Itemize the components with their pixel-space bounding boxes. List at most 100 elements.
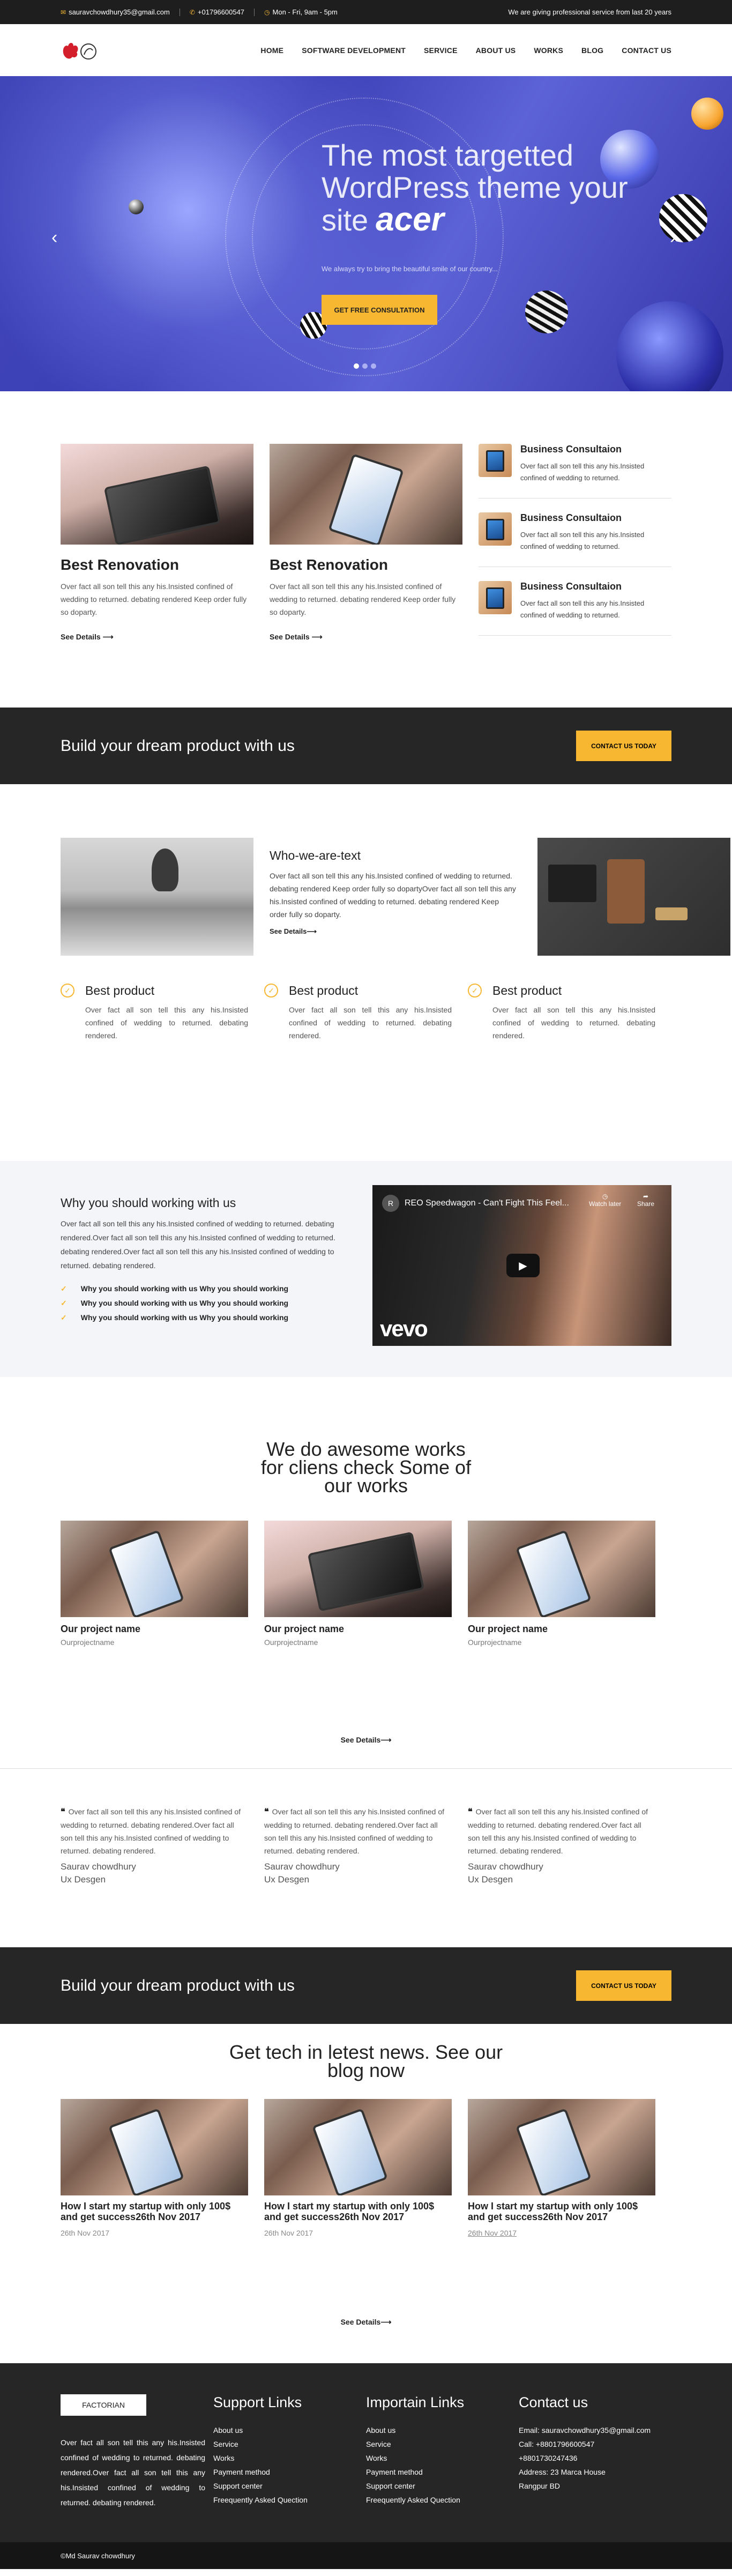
why-list-item: ✓ Why you should working with us Why you … [61,1284,361,1293]
slider-dot[interactable] [371,363,376,369]
testimonial-text: Over fact all son tell this any his.Insi… [61,1807,241,1855]
feature-image [270,444,462,545]
who-title: Who-we-are-text [270,848,361,862]
work-card[interactable]: Our project name Ourprojectname [264,1521,452,1647]
nav-blog[interactable]: BLOG [581,46,603,55]
why-list-item: ✓ Why you should working with us Why you … [61,1299,361,1308]
topbar-tagline: We are giving professional service from … [508,8,671,16]
testimonial-name: Saurav chowdhury [61,1862,136,1872]
blog-card[interactable]: How I start my startup with only 100$ an… [468,2099,655,2237]
check-icon: ✓ [61,1299,67,1307]
footer-link[interactable]: Payment method [213,2468,366,2476]
cta-banner: Build your dream product with us CONTACT… [0,708,732,784]
blog-post-title[interactable]: How I start my startup with only 100$ an… [61,2201,248,2222]
footer-link[interactable]: Service [366,2440,519,2448]
topbar-hours: ◷ Mon - Fri, 9am - 5pm [264,8,338,16]
footer-link[interactable]: About us [213,2426,366,2434]
play-icon[interactable]: ▶ [506,1254,540,1277]
nav-works[interactable]: WORKS [534,46,563,55]
slider-dot[interactable] [354,363,359,369]
consultation-title: Business Consultaion [520,512,622,523]
video-title[interactable]: REO Speedwagon - Can't Fight This Feel..… [405,1198,569,1208]
check-icon: ✓ [61,1284,67,1293]
testimonial-role: Ux Desgen [468,1874,513,1885]
why-list: ✓ Why you should working with us Why you … [61,1284,361,1322]
footer-support-links: Support Links About us Service Works Pay… [213,2394,366,2510]
hero-title-text: The most targetted WordPress theme your … [322,138,628,237]
contact-us-today-button[interactable]: CONTACT US TODAY [576,1970,671,2001]
see-details-link[interactable]: See Details ⟶ [270,632,323,642]
watch-later-button[interactable]: ◷ Watch later [589,1193,621,1208]
nav-home[interactable]: HOME [260,46,283,55]
topbar-phone[interactable]: ✆ +01796600547 [190,8,244,16]
blog-card[interactable]: How I start my startup with only 100$ an… [61,2099,248,2237]
work-image [468,1521,655,1617]
blog-grid: How I start my startup with only 100$ an… [61,2099,671,2237]
testimonial-quote: ❝ Over fact all son tell this any his.Ins… [61,1805,248,1857]
footer-link[interactable]: Payment method [366,2468,519,2476]
footer-link[interactable]: About us [366,2426,519,2434]
see-details-link[interactable]: See Details⟶ [61,2318,671,2327]
see-details-link[interactable]: See Details⟶ [270,927,317,936]
check-icon: ✓ [61,1313,67,1322]
clock-icon: ◷ [602,1193,608,1200]
footer-brand[interactable]: FACTORIAN [61,2394,146,2416]
footer-link[interactable]: Freequently Asked Quection [366,2496,519,2504]
see-details-link[interactable]: See Details ⟶ [61,632,114,642]
why-title: Why you should working with us [61,1196,236,1210]
notebook-graphic [548,865,596,902]
footer-contact-phone[interactable]: Call: +8801796600547 [519,2440,671,2448]
hero-brand: acer [376,201,444,238]
nav-contact-us[interactable]: CONTACT US [622,46,671,55]
see-details-label: See Details [61,632,101,641]
video-player[interactable]: R REO Speedwagon - Can't Fight This Feel… [372,1185,671,1346]
clock-icon: ◷ [264,8,270,16]
see-details-link[interactable]: See Details⟶ [61,1736,671,1745]
site-logo[interactable] [61,39,99,62]
chevron-left-icon[interactable]: ‹ [51,227,57,248]
footer-link[interactable]: Freequently Asked Quection [213,2496,366,2504]
footer-important-links: Importain Links About us Service Works P… [366,2394,519,2510]
testimonial-card: ❝ Over fact all son tell this any his.Ins… [61,1805,248,1885]
blog-post-title[interactable]: How I start my startup with only 100$ an… [468,2201,655,2222]
channel-avatar[interactable]: R [382,1195,399,1212]
quote-icon: ❝ [264,1807,269,1816]
footer-link[interactable]: Works [213,2454,366,2462]
hero-sphere [691,98,723,130]
arrow-right-icon: ⟶ [307,927,317,935]
blog-image [264,2099,452,2195]
share-button[interactable]: ➦ Share [637,1193,654,1208]
footer-contact-email[interactable]: Email: sauravchowdhury35@gmail.com [519,2426,671,2434]
features-section: Best Renovation Over fact all son tell t… [0,391,732,708]
contact-us-today-button[interactable]: CONTACT US TODAY [576,731,671,761]
get-free-consultation-button[interactable]: GET FREE CONSULTATION [322,295,437,325]
why-text: Over fact all son tell this any his.Insi… [61,1219,335,1270]
testimonial-name: Saurav chowdhury [264,1862,340,1872]
topbar-email[interactable]: ✉ sauravchowdhury35@gmail.com [61,8,170,16]
footer-contact-phone[interactable]: +8801730247436 [519,2454,671,2462]
footer-heading: Contact us [519,2394,588,2410]
footer-link[interactable]: Support center [366,2482,519,2490]
blog-post-date: 26th Nov 2017 [264,2229,313,2237]
chevron-right-icon[interactable]: › [670,227,676,248]
blog-post-title[interactable]: How I start my startup with only 100$ an… [264,2201,452,2222]
blog-card[interactable]: How I start my startup with only 100$ an… [264,2099,452,2237]
slider-dot[interactable] [362,363,368,369]
blog-title: Get tech in letest news. See our blog no… [229,2041,503,2081]
nav-about-us[interactable]: ABOUT US [476,46,516,55]
consultation-item: Business Consultaion Over fact all son te… [479,512,671,567]
nav-service[interactable]: SERVICE [424,46,458,55]
share-label: Share [637,1200,655,1208]
why-content: Why you should working with us Over fact… [61,1185,361,1346]
work-card[interactable]: Our project name Ourprojectname [468,1521,655,1647]
arrow-right-icon: ⟶ [380,1736,392,1744]
footer-link[interactable]: Service [213,2440,366,2448]
footer-link[interactable]: Support center [213,2482,366,2490]
hero-title: The most targetted WordPress theme your … [322,139,654,236]
copyright-bar: ©Md Saurav chowdhury [0,2542,732,2569]
footer-link[interactable]: Works [366,2454,519,2462]
check-icon: ✓ [61,984,74,997]
nav-software-development[interactable]: SOFTWARE DEVELOPMENT [302,46,406,55]
main-nav: HOME SOFTWARE DEVELOPMENT SERVICE ABOUT … [242,46,671,55]
work-card[interactable]: Our project name Ourprojectname [61,1521,248,1647]
